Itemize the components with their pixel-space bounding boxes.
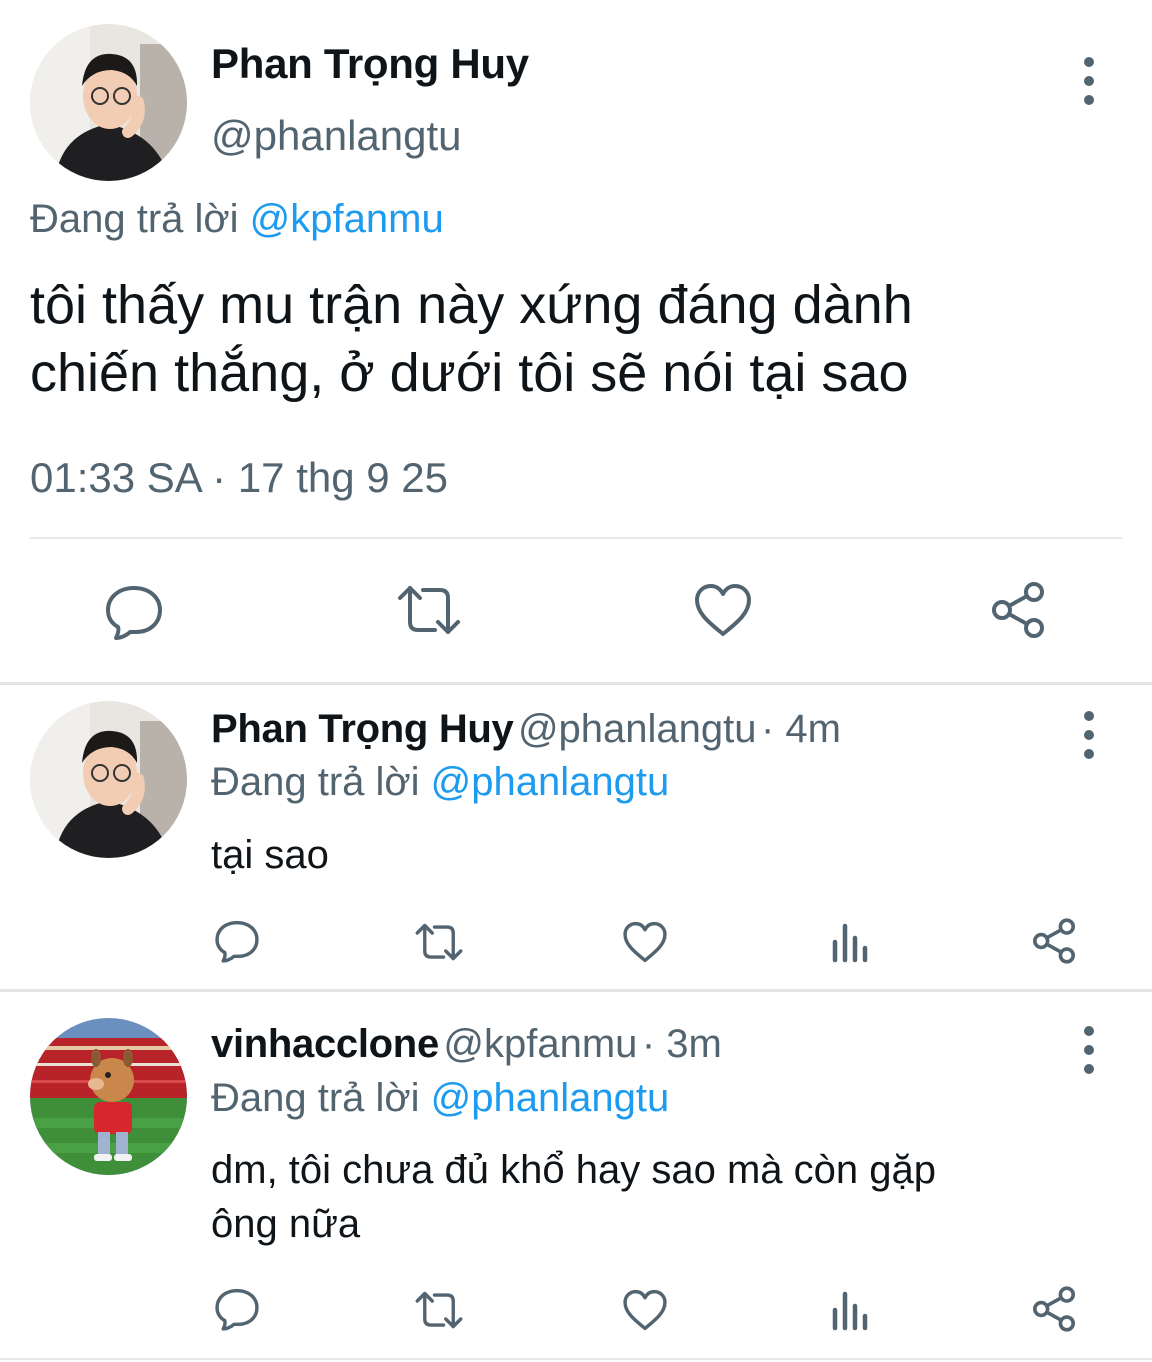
reply-text: tại sao <box>211 833 329 877</box>
reply-author-name[interactable]: Phan Trọng Huy <box>211 707 514 751</box>
mention-link[interactable]: @phanlangtu <box>431 760 670 804</box>
replying-to: Đang trả lời @phanlangtu <box>211 760 669 805</box>
reply-avatar[interactable] <box>30 701 187 858</box>
reply-author-handle[interactable]: @kpfanmu <box>443 1022 637 1066</box>
views-icon[interactable] <box>830 1288 870 1332</box>
divider <box>0 682 1152 685</box>
share-icon[interactable] <box>1030 1285 1078 1333</box>
reply-time: · 4m <box>760 707 841 751</box>
retweet-icon[interactable] <box>413 1289 465 1331</box>
reply-text: dm, tôi chưa đủ khổ hay sao mà còn gặp ô… <box>211 1143 1131 1251</box>
reply-icon[interactable] <box>104 582 164 642</box>
reply-icon[interactable] <box>214 1286 260 1332</box>
replying-to-label: Đang trả lời <box>211 1076 420 1120</box>
replying-to-label: Đang trả lời <box>30 197 239 241</box>
reply-header: Phan Trọng Huy @phanlangtu · 4m <box>211 705 841 762</box>
retweet-icon[interactable] <box>413 921 465 963</box>
like-icon[interactable] <box>622 920 668 964</box>
share-icon[interactable] <box>988 580 1048 640</box>
mention-link[interactable]: @kpfanmu <box>250 197 444 241</box>
tweet-text-line: chiến thắng, ở dưới tôi sẽ nói tại sao <box>30 343 909 403</box>
author-handle[interactable]: @phanlangtu <box>211 112 462 160</box>
tweet-time: 01:33 SA <box>30 454 201 501</box>
reply-icon[interactable] <box>214 918 260 964</box>
more-vertical-icon[interactable] <box>1083 57 1095 105</box>
more-vertical-icon[interactable] <box>1083 711 1095 759</box>
tweet-timestamp[interactable]: 01:33 SA · 17 thg 9 25 <box>30 454 448 502</box>
more-vertical-icon[interactable] <box>1083 1026 1095 1074</box>
replying-to-label: Đang trả lời <box>211 760 420 804</box>
reply-text-line: ông nữa <box>211 1202 361 1246</box>
share-icon[interactable] <box>1030 917 1078 965</box>
like-icon[interactable] <box>693 582 753 638</box>
separator: · <box>200 454 238 501</box>
divider <box>0 989 1152 992</box>
replying-to: Đang trả lời @phanlangtu <box>211 1076 669 1121</box>
reply-text-line: dm, tôi chưa đủ khổ hay sao mà còn gặp <box>211 1148 936 1192</box>
mention-link[interactable]: @phanlangtu <box>431 1076 670 1120</box>
retweet-icon[interactable] <box>395 582 463 638</box>
like-icon[interactable] <box>622 1288 668 1332</box>
reply-header: vinhacclone @kpfanmu · 3m <box>211 1020 722 1077</box>
author-name[interactable]: Phan Trọng Huy <box>211 40 529 88</box>
divider <box>30 537 1122 539</box>
views-icon[interactable] <box>830 920 870 964</box>
tweet-date: 17 thg 9 25 <box>237 454 448 501</box>
reply-avatar[interactable] <box>30 1018 187 1175</box>
replying-to: Đang trả lời @kpfanmu <box>30 197 444 242</box>
tweet-text-line: tôi thấy mu trận này xứng đáng dành <box>30 275 913 335</box>
tweet-text: tôi thấy mu trận này xứng đáng dành chiế… <box>30 271 1130 407</box>
reply-time: · 3m <box>641 1022 722 1066</box>
author-avatar[interactable] <box>30 24 187 181</box>
divider <box>0 1358 1152 1360</box>
reply-author-name[interactable]: vinhacclone <box>211 1022 439 1066</box>
reply-author-handle[interactable]: @phanlangtu <box>518 707 757 751</box>
